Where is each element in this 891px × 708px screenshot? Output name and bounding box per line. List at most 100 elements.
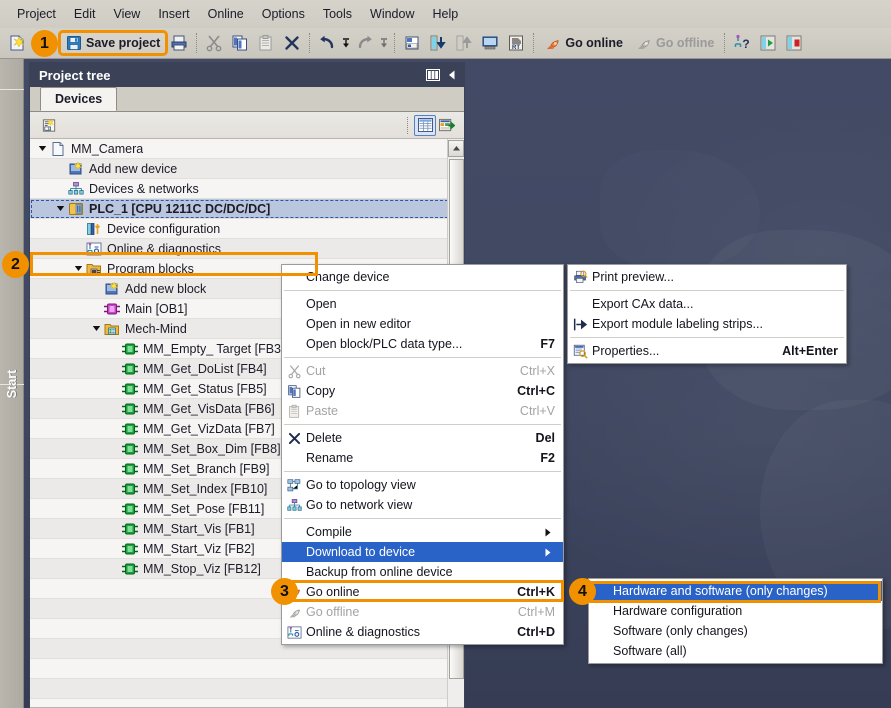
svg-text:E: E [47, 125, 50, 130]
toolbar-separator [394, 33, 395, 53]
menu-item-delete[interactable]: DeleteDel [282, 428, 563, 448]
redo-dropdown-arrow-icon[interactable] [379, 31, 389, 55]
scroll-up-arrow-icon[interactable] [448, 140, 464, 157]
tree-item-device-configuration[interactable]: Device configuration [30, 219, 464, 239]
menu-item-hardware-configuration[interactable]: Hardware configuration [589, 601, 882, 621]
tree-no-arrow [108, 439, 121, 459]
menu-item-label: Export module labeling strips... [592, 317, 838, 331]
function-block-icon [121, 420, 139, 438]
menu-item-software-all[interactable]: Software (all) [589, 641, 882, 661]
expand-collapse-down-arrow-icon[interactable] [54, 199, 67, 219]
menu-edit[interactable]: Edit [65, 4, 105, 24]
save-project-button[interactable]: Save project [61, 33, 165, 53]
program-blocks-folder-icon [85, 260, 103, 278]
menu-item-online-diagnostics[interactable]: Online & diagnosticsCtrl+D [282, 622, 563, 642]
svg-text:RT: RT [512, 45, 520, 51]
menu-item-open-in-new-editor[interactable]: Open in new editor [282, 314, 563, 334]
menu-item-open[interactable]: Open [282, 294, 563, 314]
tree-item-label: PLC_1 [CPU 1211C DC/DC/DC] [89, 202, 270, 216]
menu-window[interactable]: Window [361, 4, 423, 24]
device-list-icon[interactable]: E [38, 115, 60, 136]
expand-collapse-down-arrow-icon[interactable] [36, 139, 49, 159]
go-online-button[interactable]: Go online [539, 33, 628, 54]
tree-item-online-diagnostics[interactable]: Online & diagnostics [30, 239, 464, 259]
menu-item-export-module-labeling-strips[interactable]: Export module labeling strips... [568, 314, 846, 334]
menu-help[interactable]: Help [423, 4, 467, 24]
menu-item-rename[interactable]: RenameF2 [282, 448, 563, 468]
tree-item-plc-1-cpu-1211c-dc-dc-dc[interactable]: PLC_1 [CPU 1211C DC/DC/DC] [30, 199, 464, 219]
menu-item-label: Paste [306, 404, 520, 418]
menu-item-copy[interactable]: CopyCtrl+C [282, 381, 563, 401]
menu-online[interactable]: Online [199, 4, 253, 24]
paste-icon[interactable] [254, 31, 278, 55]
collapse-left-arrow-icon[interactable] [446, 69, 458, 81]
undo-dropdown-arrow-icon[interactable] [341, 31, 351, 55]
menu-item-go-to-topology-view[interactable]: Go to topology view [282, 475, 563, 495]
copy-icon [282, 381, 306, 401]
menu-item-print-preview[interactable]: Print preview... [568, 267, 846, 287]
expand-collapse-down-arrow-icon[interactable] [90, 319, 103, 339]
menu-item-software-only-changes[interactable]: Software (only changes) [589, 621, 882, 641]
context-menu[interactable]: Change device OpenOpen in new editorOpen … [281, 264, 564, 645]
export-table-icon[interactable] [436, 115, 458, 136]
topology-view-icon [282, 475, 306, 495]
tree-item-devices-networks[interactable]: Devices & networks [30, 179, 464, 199]
tree-item-label: MM_Get_DoList [FB4] [143, 362, 267, 376]
menu-item-change-device[interactable]: Change device [282, 267, 563, 287]
menu-project[interactable]: Project [8, 4, 65, 24]
tree-item-label: MM_Stop_Viz [FB12] [143, 562, 261, 576]
redo-arrow-icon[interactable] [353, 31, 377, 55]
menu-item-compile[interactable]: Compile [282, 522, 563, 542]
device-configuration-icon [85, 220, 103, 238]
print-icon[interactable] [167, 31, 191, 55]
upload-from-device-icon[interactable] [452, 31, 476, 55]
scissors-icon[interactable] [202, 31, 226, 55]
menu-item-export-cax-data[interactable]: Export CAx data... [568, 294, 846, 314]
start-runtime-icon[interactable]: RT [504, 31, 528, 55]
tree-indent [30, 259, 72, 279]
undo-arrow-icon[interactable] [315, 31, 339, 55]
menu-item-properties[interactable]: Properties...Alt+Enter [568, 341, 846, 361]
step-badge-4: 4 [569, 578, 596, 605]
tree-no-arrow [108, 559, 121, 579]
menu-insert[interactable]: Insert [149, 4, 198, 24]
menu-item-download-to-device[interactable]: Download to device [282, 542, 563, 562]
menu-tools[interactable]: Tools [314, 4, 361, 24]
diagnostics-question-icon[interactable]: ? [730, 31, 754, 55]
tree-item-mm-camera[interactable]: MM_Camera [30, 139, 464, 159]
menu-options[interactable]: Options [253, 4, 314, 24]
menu-item-go-offline: Go offlineCtrl+M [282, 602, 563, 622]
open-block-green-icon[interactable] [756, 31, 780, 55]
svg-text:?: ? [743, 37, 750, 51]
menu-item-go-online[interactable]: Go onlineCtrl+K [282, 582, 563, 602]
menu-bar: Project Edit View Insert Online Options … [0, 0, 891, 28]
close-block-red-icon[interactable] [782, 31, 806, 55]
expand-collapse-down-arrow-icon[interactable] [72, 259, 85, 279]
start-simulation-icon[interactable] [478, 31, 502, 55]
tab-devices[interactable]: Devices [40, 87, 117, 111]
compile-icon[interactable] [400, 31, 424, 55]
download-to-device-icon[interactable] [426, 31, 450, 55]
menu-view[interactable]: View [104, 4, 149, 24]
tree-item-label: MM_Empty_ Target [FB3] [143, 342, 285, 356]
submenu-right-arrow-icon [541, 548, 555, 557]
tree-no-arrow [108, 419, 121, 439]
menu-separator [284, 424, 561, 425]
x-delete-icon[interactable] [280, 31, 304, 55]
menu-item-open-block-plc-data-type[interactable]: Open block/PLC data type...F7 [282, 334, 563, 354]
copy-icon[interactable] [228, 31, 252, 55]
add-new-block-icon [103, 280, 121, 298]
menu-item-backup-from-online-device[interactable]: Backup from online device [282, 562, 563, 582]
go-online-plug-icon [544, 35, 561, 52]
menu-item-no-icon [282, 334, 306, 354]
pin-columns-icon[interactable] [426, 69, 440, 81]
download-to-device-submenu[interactable]: Hardware and software (only changes)Hard… [588, 578, 883, 664]
menu-item-hardware-and-software-only-changes[interactable]: Hardware and software (only changes) [589, 581, 882, 601]
context-submenu-file[interactable]: Print preview... Export CAx data... Export… [567, 264, 847, 364]
tree-no-arrow [72, 239, 85, 259]
menu-item-go-to-network-view[interactable]: Go to network view [282, 495, 563, 515]
new-project-icon[interactable] [5, 31, 29, 55]
tree-item-add-new-device[interactable]: Add new device [30, 159, 464, 179]
grid-view-icon[interactable] [414, 115, 436, 136]
task-card-start-label[interactable]: Start [5, 369, 19, 397]
